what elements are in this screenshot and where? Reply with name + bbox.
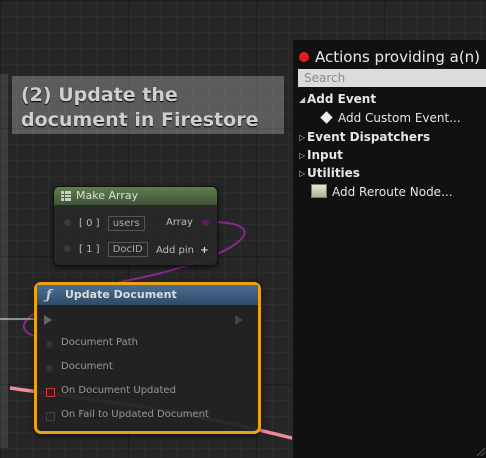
expanded-triangle-icon: ◢ (299, 95, 306, 104)
comment-title: (2) Update the document in Firestore (21, 84, 259, 131)
action-add-reroute-node-label: Add Reroute Node... (332, 185, 453, 199)
plus-icon: + (200, 245, 209, 256)
action-menu-title: Actions providing a(n) D (299, 46, 486, 68)
category-add-event-label: Add Event (307, 92, 377, 106)
collapsed-triangle-icon: ▷ (299, 133, 306, 142)
category-utilities[interactable]: ▷ Utilities (299, 165, 360, 182)
resize-grip-icon[interactable] (477, 448, 485, 456)
document-label: Document (61, 361, 113, 372)
custom-event-icon (320, 111, 333, 124)
on-document-updated-pin[interactable] (46, 388, 55, 397)
array-pin-index-0: [ 0 ] (79, 218, 100, 229)
array-pin-value-0[interactable]: users (107, 216, 145, 231)
comment-box-edge (0, 74, 8, 448)
category-add-event[interactable]: ◢ Add Event (299, 91, 376, 108)
category-event-dispatchers[interactable]: ▷ Event Dispatchers (299, 129, 430, 146)
make-array-title: Make Array (76, 189, 139, 202)
document-path-pin[interactable] (46, 341, 53, 348)
function-icon: ƒ (46, 288, 52, 303)
exec-output-pin[interactable] (235, 315, 243, 325)
collapsed-triangle-icon: ▷ (299, 151, 306, 160)
action-menu-title-text: Actions providing a(n) D (315, 48, 486, 66)
array-pin-value-1[interactable]: DocID (107, 242, 148, 257)
array-pin-row-1: [ 1 ] DocID (79, 242, 148, 257)
action-add-reroute-node[interactable]: Add Reroute Node... (311, 184, 453, 200)
document-pin[interactable] (46, 365, 53, 372)
array-output-pin[interactable] (202, 219, 209, 226)
update-document-title: Update Document (65, 288, 177, 301)
array-input-pin-0[interactable] (64, 219, 71, 226)
add-pin-label: Add pin (156, 245, 195, 256)
collapsed-triangle-icon: ▷ (299, 169, 306, 178)
array-input-pin-1[interactable] (64, 245, 71, 252)
category-utilities-label: Utilities (307, 166, 360, 180)
search-input[interactable] (298, 69, 486, 87)
action-menu: Actions providing a(n) D ◢Add Event Add … (292, 40, 486, 458)
add-pin-button[interactable]: Add pin + (156, 245, 209, 256)
category-input[interactable]: ▷ Input (299, 147, 343, 164)
action-add-custom-event[interactable]: Add Custom Event... (320, 110, 461, 126)
array-pin-row-0: [ 0 ] users (79, 216, 145, 231)
update-document-header: ƒ Update Document (37, 285, 258, 305)
update-document-node[interactable]: ƒ Update Document Document Path Document… (34, 282, 261, 434)
on-document-updated-label: On Document Updated (61, 385, 176, 396)
exec-input-pin[interactable] (44, 315, 52, 325)
close-icon[interactable] (299, 52, 309, 62)
document-path-label: Document Path (61, 337, 138, 348)
category-input-label: Input (307, 148, 343, 162)
on-fail-label: On Fail to Updated Document (61, 409, 209, 420)
array-pin-index-1: [ 1 ] (79, 244, 100, 255)
reroute-node-icon (311, 184, 327, 198)
category-event-dispatchers-label: Event Dispatchers (307, 130, 431, 144)
array-output-label: Array (166, 217, 193, 228)
on-fail-pin[interactable] (46, 412, 55, 421)
array-icon (61, 191, 71, 201)
make-array-header: Make Array (54, 187, 217, 205)
make-array-node[interactable]: Make Array [ 0 ] users [ 1 ] DocID Array… (53, 186, 218, 266)
comment-box[interactable]: (2) Update the document in Firestore (12, 76, 284, 134)
action-add-custom-event-label: Add Custom Event... (338, 111, 461, 125)
